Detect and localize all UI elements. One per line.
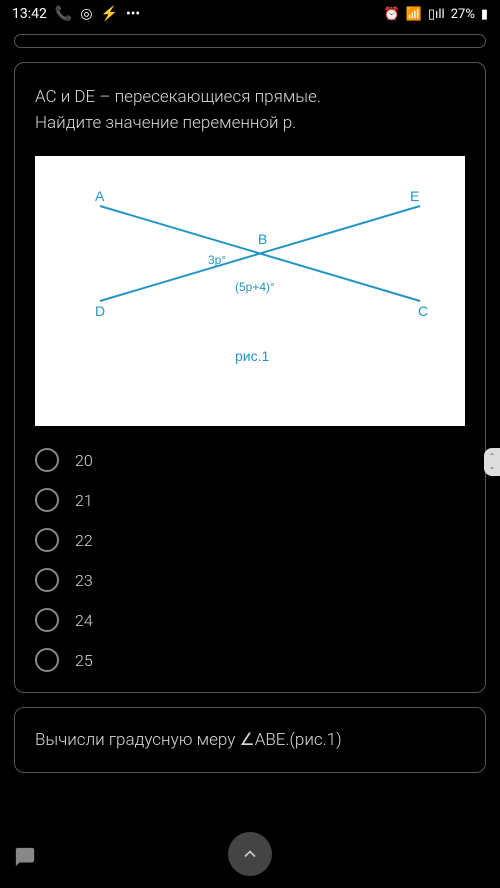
angle-1: 3p° xyxy=(208,253,226,267)
wifi-icon: 📶 xyxy=(406,7,422,22)
option-4[interactable]: 24 xyxy=(35,608,465,632)
battery-icon: ▮ xyxy=(481,7,488,22)
label-a: A xyxy=(95,188,105,204)
radio-icon xyxy=(35,448,59,472)
phone-icon: 📞 xyxy=(55,6,72,22)
radio-icon xyxy=(35,488,59,512)
option-2[interactable]: 22 xyxy=(35,528,465,552)
label-c: C xyxy=(418,303,428,319)
signal-icon: ▯ıll xyxy=(428,7,445,22)
option-label: 25 xyxy=(75,651,93,670)
option-label: 24 xyxy=(75,611,93,630)
radio-icon xyxy=(35,648,59,672)
options-list: 20 21 22 23 24 25 xyxy=(35,448,465,672)
activity-icon: ⚡ xyxy=(101,6,118,22)
status-bar: 13:42 📞 ◎ ⚡ ••• ⏰ 📶 ▯ıll 27% ▮ xyxy=(0,0,500,28)
question-card: АС и DE – пересекающиеся прямые. Найдите… xyxy=(14,62,486,693)
question-line1: АС и DE – пересекающиеся прямые. xyxy=(35,87,321,107)
status-time: 13:42 xyxy=(12,6,47,22)
radio-icon xyxy=(35,568,59,592)
option-0[interactable]: 20 xyxy=(35,448,465,472)
diagram-svg: A E B D C 3p° (5p+4)° рис.1 xyxy=(35,156,465,426)
radio-icon xyxy=(35,608,59,632)
alarm-icon: ⏰ xyxy=(384,7,400,22)
content-area: АС и DE – пересекающиеся прямые. Найдите… xyxy=(0,28,500,779)
radio-icon xyxy=(35,528,59,552)
status-left: 13:42 📞 ◎ ⚡ ••• xyxy=(12,6,140,22)
question-line2: Найдите значение переменной р. xyxy=(35,113,296,133)
option-label: 23 xyxy=(75,571,93,590)
diagram-box: A E B D C 3p° (5p+4)° рис.1 xyxy=(35,156,465,426)
label-d: D xyxy=(95,303,105,319)
chevron-up-icon: ⌃ xyxy=(489,453,496,461)
next-question-card: Вычисли градусную меру ∠АВЕ.(рис.1) xyxy=(14,707,486,773)
battery-percent: 27% xyxy=(451,7,475,22)
previous-card-edge xyxy=(14,34,486,48)
angle-2: (5p+4)° xyxy=(235,280,275,294)
more-icon: ••• xyxy=(126,6,140,22)
scroll-handle[interactable]: ⌃ ⌄ xyxy=(484,448,500,476)
chevron-up-icon xyxy=(240,844,260,864)
next-question-text: Вычисли градусную меру ∠АВЕ.(рис.1) xyxy=(35,730,465,750)
option-3[interactable]: 23 xyxy=(35,568,465,592)
option-5[interactable]: 25 xyxy=(35,648,465,672)
option-label: 21 xyxy=(75,491,93,510)
label-b: B xyxy=(258,231,267,247)
question-text: АС и DE – пересекающиеся прямые. Найдите… xyxy=(35,85,465,136)
label-e: E xyxy=(410,188,419,204)
status-right: ⏰ 📶 ▯ıll 27% ▮ xyxy=(384,7,488,22)
option-label: 22 xyxy=(75,531,93,550)
diagram-caption: рис.1 xyxy=(235,348,269,364)
option-label: 20 xyxy=(75,451,93,470)
instagram-icon: ◎ xyxy=(80,6,92,22)
chevron-down-icon: ⌄ xyxy=(489,463,496,471)
option-1[interactable]: 21 xyxy=(35,488,465,512)
scroll-top-button[interactable] xyxy=(228,832,272,876)
chat-icon[interactable] xyxy=(14,846,36,868)
